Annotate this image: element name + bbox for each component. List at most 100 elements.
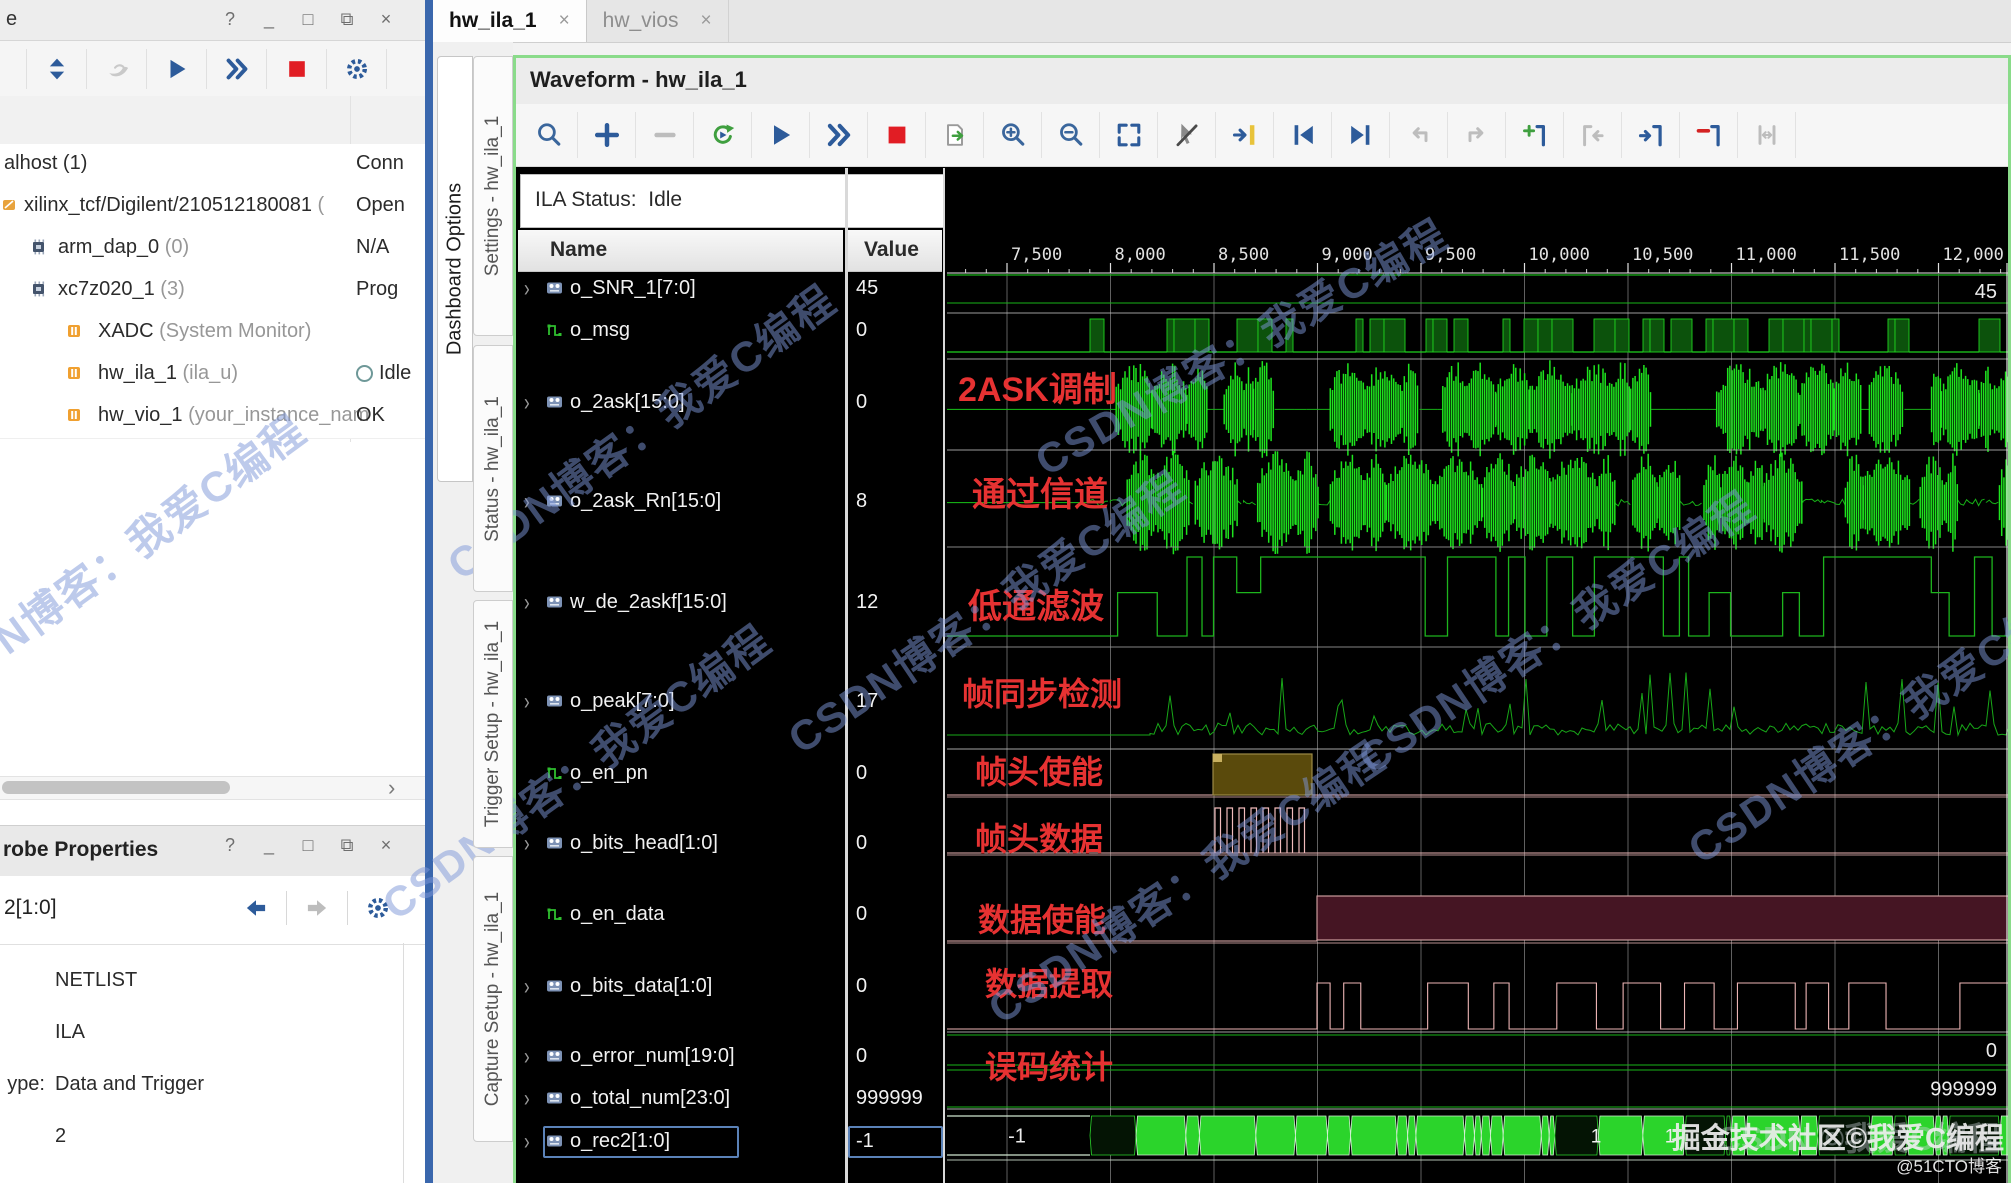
probe-window-close-button[interactable]: ×	[375, 833, 397, 857]
run-all-icon[interactable]	[207, 49, 267, 89]
search-icon[interactable]	[520, 112, 578, 158]
expand-chevron-icon[interactable]: ›	[524, 275, 530, 303]
scrollbar-right-arrow-icon[interactable]: ›	[388, 775, 395, 801]
signal-row-o_rec2[interactable]: ›o_rec2[1:0]-1	[516, 1129, 947, 1157]
expand-chevron-icon[interactable]: ›	[524, 973, 530, 1001]
tree-row-xc7z020_1[interactable]: xc7z020_1 (3)Prog	[0, 270, 425, 313]
signal-row-o_bits_head[interactable]: ›o_bits_head[1:0]0	[516, 831, 947, 859]
signal-row-o_error_num[interactable]: ›o_error_num[19:0]0	[516, 1044, 947, 1072]
value-column-header[interactable]: Value	[847, 230, 942, 272]
sort-icon[interactable]	[27, 49, 87, 89]
undo-view-icon[interactable]	[1390, 112, 1448, 158]
expand-chevron-icon[interactable]: ›	[524, 589, 530, 617]
tab-hw_vios[interactable]: hw_vios×	[587, 0, 729, 42]
svg-text:7,500: 7,500	[1011, 245, 1062, 265]
tab-hw_ila_1[interactable]: hw_ila_1×	[433, 0, 587, 42]
dove-icon[interactable]	[87, 49, 147, 89]
probe-window-float-button[interactable]: ⧉	[336, 833, 358, 857]
core-icon	[66, 323, 83, 344]
zoom-out-icon[interactable]	[1042, 112, 1100, 158]
signal-row-o_en_pn[interactable]: o_en_pn0	[516, 761, 947, 789]
stop-icon[interactable]	[267, 49, 327, 89]
signal-row-o_bits_data[interactable]: ›o_bits_data[1:0]0	[516, 974, 947, 1002]
scrollbar-thumb[interactable]	[2, 781, 230, 794]
expand-chevron-icon[interactable]: ›	[524, 389, 530, 417]
svg-text:1: 1	[1665, 1127, 1676, 1148]
zoom-in-icon[interactable]	[984, 112, 1042, 158]
hardware-window-close-button[interactable]: ×	[375, 7, 397, 31]
expand-chevron-icon[interactable]: ›	[524, 1128, 530, 1156]
swap-markers-icon[interactable]	[1738, 112, 1796, 158]
signal-row-o_total_num[interactable]: ›o_total_num[23:0]999999	[516, 1086, 947, 1114]
probe-window-help-button[interactable]: ?	[219, 833, 241, 857]
signal-row-w_de_2askf[interactable]: ›w_de_2askf[15:0]12	[516, 590, 947, 618]
forward-icon[interactable]	[297, 890, 337, 926]
goto-end-icon[interactable]	[1332, 112, 1390, 158]
tree-row-alhost1[interactable]: alhost (1)Conn	[0, 144, 425, 187]
tab-capture-hw-ila-1[interactable]: Capture Setup - hw_ila_1	[473, 856, 513, 1142]
re-trigger-icon[interactable]	[694, 112, 752, 158]
add-marker-icon[interactable]	[1506, 112, 1564, 158]
remove-marker-icon[interactable]	[1680, 112, 1738, 158]
goto-trigger-icon[interactable]	[1216, 112, 1274, 158]
probe-panel-scroll-line	[403, 943, 404, 1183]
hardware-window-maximize-button[interactable]: □	[297, 7, 319, 31]
add-probes-icon[interactable]	[578, 112, 636, 158]
remove-probes-icon[interactable]	[636, 112, 694, 158]
tab-settings-hw-ila-1[interactable]: Settings - hw_ila_1	[473, 56, 513, 336]
run-trigger-icon[interactable]	[752, 112, 810, 158]
expand-chevron-icon[interactable]: ›	[524, 1085, 530, 1113]
tree-row-hw_vio_1[interactable]: hw_vio_1 (your_instance_namOK	[0, 396, 425, 439]
prev-marker-icon[interactable]	[1564, 112, 1622, 158]
signal-value: 17	[856, 690, 878, 713]
tree-node-status: Conn	[356, 152, 425, 175]
back-icon[interactable]	[236, 890, 276, 926]
horizontal-scrollbar[interactable]: ›	[0, 776, 425, 800]
signal-row-o_2ask_Rn[interactable]: ›o_2ask_Rn[15:0]8	[516, 489, 947, 517]
export-data-icon[interactable]	[926, 112, 984, 158]
next-marker-icon[interactable]	[1622, 112, 1680, 158]
probe-properties-rows: NETLISTILAype:Data and Trigger2	[0, 944, 403, 1183]
tree-row-hw_ila_1[interactable]: hw_ila_1 (ila_u)Idle	[0, 354, 425, 397]
signal-row-o_SNR_1[interactable]: ›o_SNR_1[7:0]45	[516, 276, 947, 304]
tab-dashboard-options[interactable]: Dashboard Options	[437, 56, 473, 482]
tab-close-icon[interactable]: ×	[701, 10, 712, 32]
stop-trigger-icon[interactable]	[868, 112, 926, 158]
name-column-header[interactable]: Name	[518, 230, 843, 272]
panel-splitter[interactable]	[425, 0, 433, 1183]
signal-row-o_2ask[interactable]: ›o_2ask[15:0]0	[516, 390, 947, 418]
signal-name: o_en_pn	[570, 762, 648, 785]
probe-window-maximize-button[interactable]: □	[297, 833, 319, 857]
bus-signal-icon	[546, 979, 564, 999]
expand-chevron-icon[interactable]: ›	[524, 488, 530, 516]
tab-status-hw-ila-1[interactable]: Status - hw_ila_1	[473, 345, 513, 592]
expand-chevron-icon[interactable]: ›	[524, 830, 530, 858]
signal-name: o_2ask_Rn[15:0]	[570, 490, 721, 513]
signal-row-o_msg[interactable]: o_msg0	[516, 318, 947, 346]
run-icon[interactable]	[147, 49, 207, 89]
tree-row-xilinx_tcfdigilent210512180081[interactable]: xilinx_tcf/Digilent/210512180081 (Open	[0, 186, 425, 229]
tree-row-xadc[interactable]: XADC (System Monitor)	[0, 312, 425, 355]
hardware-window-float-button[interactable]: ⧉	[336, 7, 358, 31]
settings-icon[interactable]	[358, 890, 398, 926]
signal-row-o_en_data[interactable]: o_en_data0	[516, 902, 947, 930]
settings-icon[interactable]	[327, 49, 387, 89]
zoom-fit-icon[interactable]	[1100, 112, 1158, 158]
probe-property-value: ILA	[55, 1021, 85, 1044]
toolbar-clipped-icon	[0, 49, 27, 89]
tab-trigger-hw-ila-1[interactable]: Trigger Setup - hw_ila_1	[473, 600, 513, 848]
goto-start-icon[interactable]	[1274, 112, 1332, 158]
expand-chevron-icon[interactable]: ›	[524, 688, 530, 716]
run-trigger-immediate-icon[interactable]	[810, 112, 868, 158]
trigger-position-icon[interactable]	[1158, 112, 1216, 158]
tree-row-arm_dap_0[interactable]: arm_dap_0 (0)N/A	[0, 228, 425, 271]
probe-window-minimize-button[interactable]: _	[258, 833, 280, 857]
redo-view-icon[interactable]	[1448, 112, 1506, 158]
tab-close-icon[interactable]: ×	[559, 10, 570, 32]
expand-chevron-icon[interactable]: ›	[524, 1043, 530, 1071]
signal-name: o_total_num[23:0]	[570, 1087, 730, 1110]
hardware-window-minimize-button[interactable]: _	[258, 7, 280, 31]
signal-row-o_peak[interactable]: ›o_peak[7:0]17	[516, 689, 947, 717]
hardware-window-help-button[interactable]: ?	[219, 7, 241, 31]
annotation-3: 低通滤波	[968, 579, 1104, 628]
